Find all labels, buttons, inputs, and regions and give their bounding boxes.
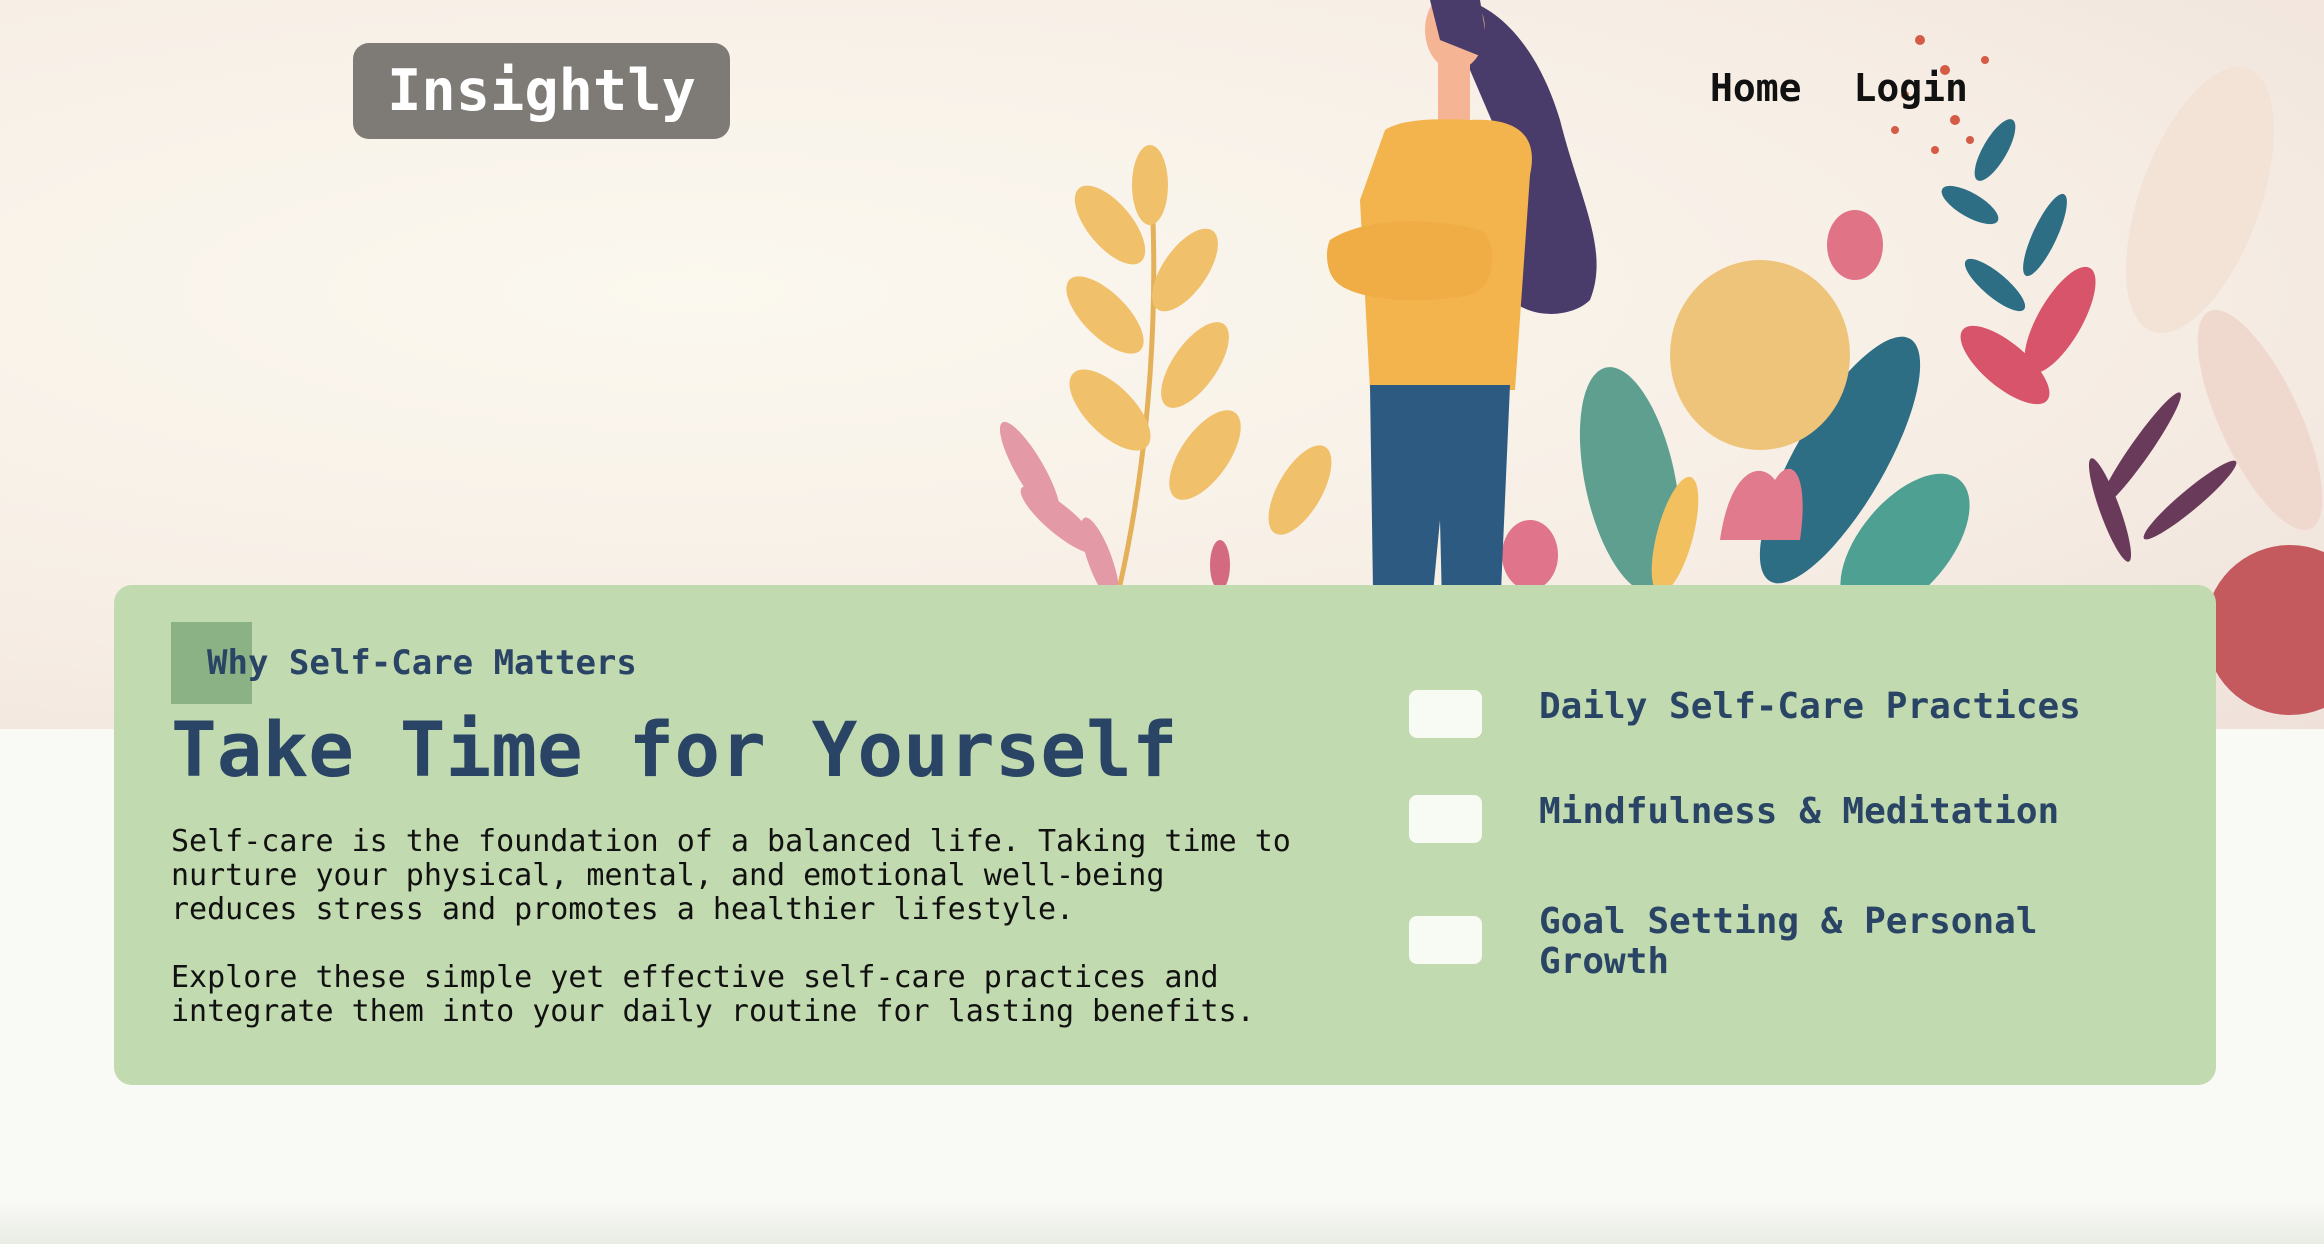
- feature-checkbox[interactable]: [1409, 916, 1482, 964]
- feature-label: Goal Setting & Personal Growth: [1539, 901, 2038, 982]
- feature-item-daily-practices[interactable]: Daily Self-Care Practices: [1409, 686, 2139, 738]
- feature-item-mindfulness[interactable]: Mindfulness & Meditation: [1409, 791, 2139, 843]
- section-title: Take Time for Yourself: [171, 705, 1178, 794]
- feature-label: Daily Self-Care Practices: [1539, 686, 2081, 727]
- feature-label: Mindfulness & Meditation: [1539, 791, 2060, 832]
- section-tag: Why Self-Care Matters: [207, 643, 637, 683]
- top-navigation: Home Login: [1710, 66, 1968, 110]
- feature-checkbox[interactable]: [1409, 795, 1482, 843]
- footer-shadow: [0, 1200, 2324, 1244]
- nav-login-link[interactable]: Login: [1854, 66, 1968, 110]
- feature-item-goal-setting[interactable]: Goal Setting & Personal Growth: [1409, 902, 2139, 982]
- nav-home-link[interactable]: Home: [1710, 66, 1802, 110]
- site-logo[interactable]: Insightly: [353, 43, 730, 139]
- feature-checkbox[interactable]: [1409, 690, 1482, 738]
- explore-paragraph: Explore these simple yet effective self-…: [171, 960, 1255, 1029]
- intro-paragraph: Self-care is the foundation of a balance…: [171, 824, 1291, 927]
- self-care-card: Why Self-Care Matters Take Time for Your…: [114, 585, 2216, 1085]
